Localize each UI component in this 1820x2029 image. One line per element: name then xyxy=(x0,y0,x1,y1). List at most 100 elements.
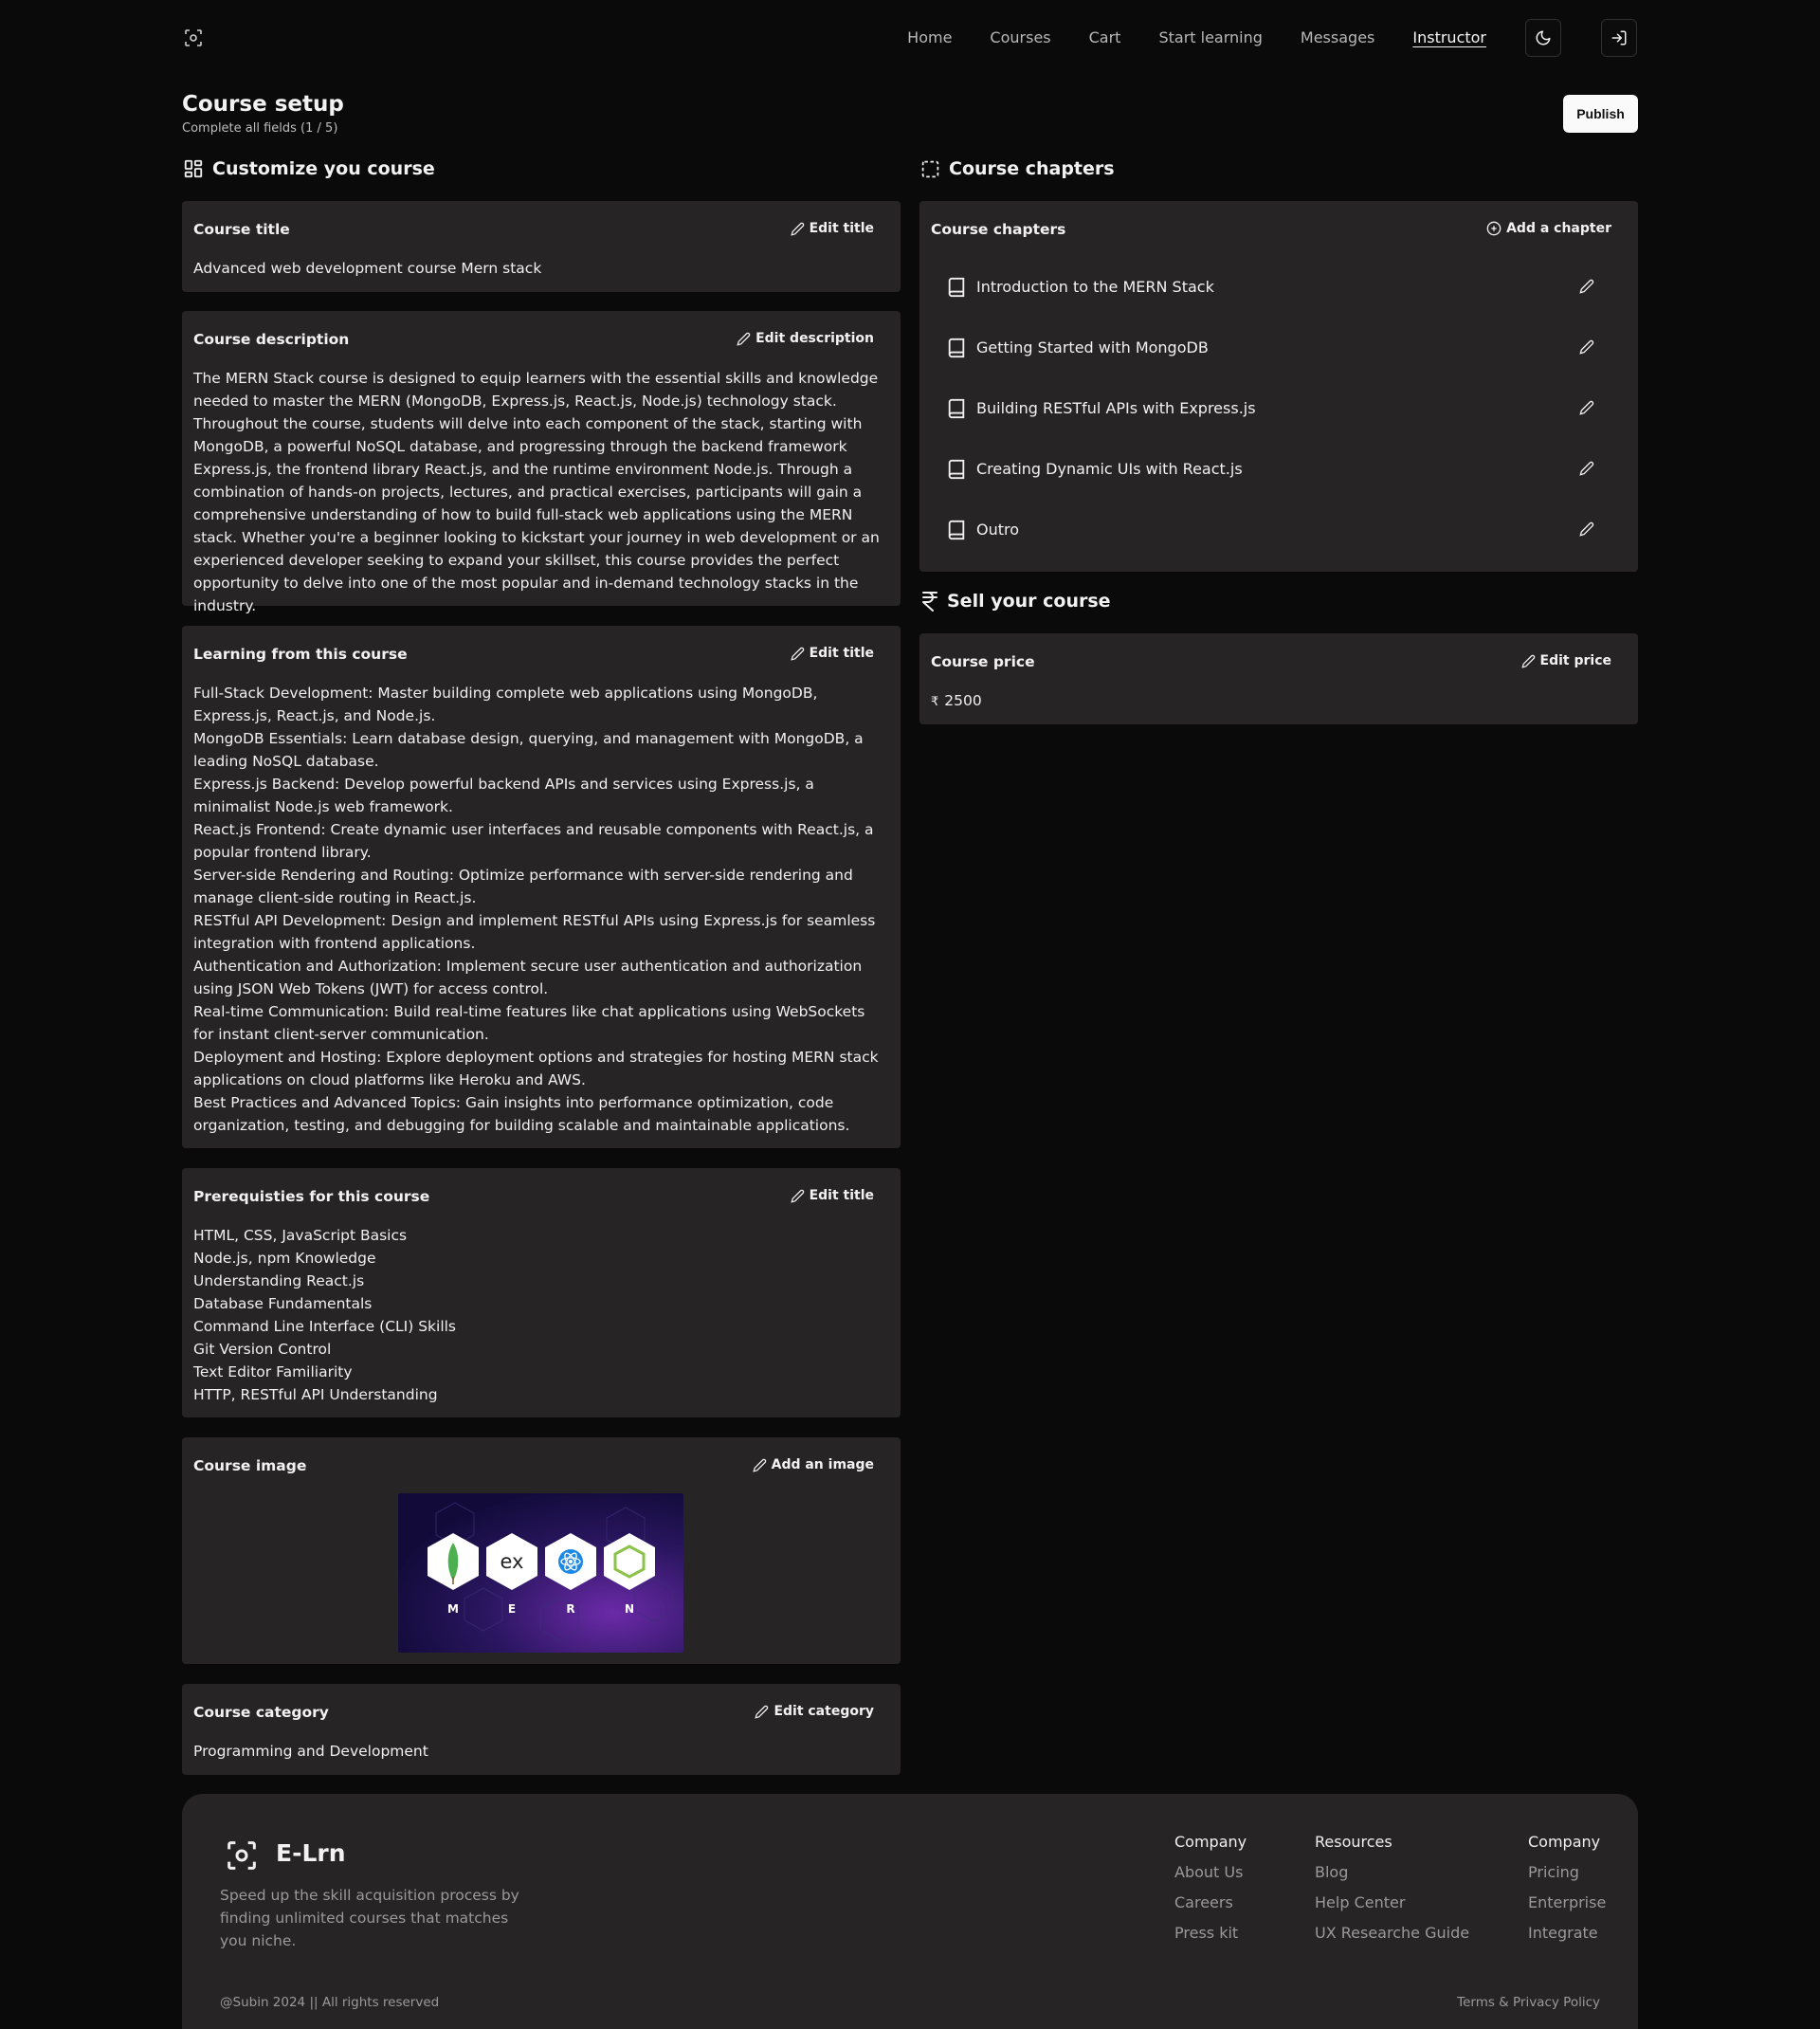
footer-link-blog[interactable]: Blog xyxy=(1315,1862,1469,1883)
mern-letter: R xyxy=(566,1602,575,1616)
login-button[interactable] xyxy=(1601,19,1637,57)
learning-item: Real-time Communication: Build real-time… xyxy=(193,1003,865,1043)
footer-column-heading: Company xyxy=(1528,1833,1601,1851)
plus-circle-icon xyxy=(1486,221,1502,236)
prerequisite-item: Database Fundamentals xyxy=(193,1295,373,1312)
course-category-label: Course category xyxy=(193,1704,329,1721)
completion-status: Complete all fields (1 / 5) xyxy=(182,121,338,136)
chapter-title: Building RESTful APIs with Express.js xyxy=(976,399,1256,417)
chapter-row[interactable]: Creating Dynamic UIs with React.js xyxy=(931,446,1627,493)
footer-link-press-kit[interactable]: Press kit xyxy=(1174,1923,1247,1944)
course-price-row: ₹2500 xyxy=(931,689,1627,714)
pencil-icon xyxy=(790,222,804,236)
pencil-icon[interactable] xyxy=(1579,461,1594,476)
prerequisite-item: Command Line Interface (CLI) Skills xyxy=(193,1318,457,1335)
nav-links: Home Courses Cart Start learning Message… xyxy=(907,27,1486,49)
footer-column-heading: Resources xyxy=(1315,1833,1392,1851)
learning-item: Deployment and Hosting: Explore deployme… xyxy=(193,1049,879,1088)
publish-button[interactable]: Publish xyxy=(1563,95,1638,133)
prerequisite-item: HTML, CSS, JavaScript Basics xyxy=(193,1227,408,1244)
prerequisite-item: Node.js, npm Knowledge xyxy=(193,1250,376,1267)
add-chapter-button[interactable]: Add a chapter xyxy=(1486,221,1611,236)
footer-link-enterprise[interactable]: Enterprise xyxy=(1528,1892,1606,1913)
add-chapter-label: Add a chapter xyxy=(1506,221,1611,236)
add-image-button[interactable]: Add an image xyxy=(752,1457,874,1472)
book-icon xyxy=(948,398,965,419)
pencil-icon xyxy=(737,332,751,346)
sell-section-title: Sell your course xyxy=(947,591,1111,612)
edit-description-button[interactable]: Edit description xyxy=(737,331,874,346)
copyright: @Subin 2024 || All rights reserved xyxy=(220,1995,440,2010)
learning-item: Best Practices and Advanced Topics: Gain… xyxy=(193,1094,850,1134)
customize-section-heading: Customize you course xyxy=(183,158,435,179)
nav-link-instructor[interactable]: Instructor xyxy=(1412,27,1486,49)
book-icon xyxy=(948,277,965,298)
course-price-card: Course price Edit price ₹2500 xyxy=(919,633,1638,724)
pencil-icon xyxy=(755,1705,769,1719)
footer-brand: E-Lrn xyxy=(276,1839,346,1867)
pencil-icon[interactable] xyxy=(1579,279,1594,294)
chapter-row[interactable]: Introduction to the MERN Stack xyxy=(931,264,1627,311)
nav-link-start-learning[interactable]: Start learning xyxy=(1158,27,1262,49)
terms-link[interactable]: Terms & Privacy Policy xyxy=(1457,1995,1600,2010)
edit-price-label: Edit price xyxy=(1539,653,1611,668)
mern-letter: E xyxy=(507,1602,517,1616)
course-price-label: Course price xyxy=(931,653,1035,670)
course-image-card: Course image Add an image ex M E R N xyxy=(182,1437,901,1664)
theme-toggle-button[interactable] xyxy=(1525,19,1561,57)
pencil-icon xyxy=(790,647,804,661)
chapter-title: Outro xyxy=(976,521,1020,539)
logo-icon[interactable] xyxy=(182,27,205,49)
logo-icon[interactable] xyxy=(223,1837,261,1874)
edit-prerequisites-button[interactable]: Edit title xyxy=(790,1188,874,1203)
footer-link-integrate[interactable]: Integrate xyxy=(1528,1923,1606,1944)
chapter-row[interactable]: Getting Started with MongoDB xyxy=(931,324,1627,372)
edit-category-button[interactable]: Edit category xyxy=(755,1704,874,1719)
mern-letter: N xyxy=(624,1602,635,1616)
learning-item: React.js Frontend: Create dynamic user i… xyxy=(193,821,874,861)
layout-dashboard-icon xyxy=(184,159,203,178)
course-category-card: Course category Edit category Programmin… xyxy=(182,1684,901,1775)
prerequisite-item: Git Version Control xyxy=(193,1341,332,1358)
course-chapters-card: Course chapters Add a chapter Introducti… xyxy=(919,201,1638,572)
rupee-icon xyxy=(922,592,937,612)
nav-link-courses[interactable]: Courses xyxy=(990,27,1050,49)
edit-title-button[interactable]: Edit title xyxy=(790,221,874,236)
edit-category-label: Edit category xyxy=(774,1704,874,1719)
pencil-icon[interactable] xyxy=(1579,521,1594,537)
pencil-icon[interactable] xyxy=(1579,339,1594,355)
add-image-label: Add an image xyxy=(771,1457,874,1472)
chapter-title: Introduction to the MERN Stack xyxy=(976,278,1214,296)
prerequisites-label: Prerequisties for this course xyxy=(193,1188,430,1205)
chapter-row[interactable]: Outro xyxy=(931,506,1627,554)
chapter-row[interactable]: Building RESTful APIs with Express.js xyxy=(931,385,1627,432)
edit-price-button[interactable]: Edit price xyxy=(1520,653,1611,668)
learning-list: Full-Stack Development: Master building … xyxy=(193,682,889,1137)
footer-link-ux-guide[interactable]: UX Researche Guide xyxy=(1315,1923,1469,1944)
express-logo-text: ex xyxy=(500,1550,524,1573)
course-description-card: Course description Edit description The … xyxy=(182,311,901,614)
customize-section-title: Customize you course xyxy=(212,158,435,179)
footer: E-Lrn Speed up the skill acquisition pro… xyxy=(182,1794,1638,2029)
nav-link-cart[interactable]: Cart xyxy=(1089,27,1121,49)
learning-item: Authentication and Authorization: Implem… xyxy=(193,958,863,997)
login-icon xyxy=(1611,30,1627,46)
footer-tagline: Speed up the skill acquisition process b… xyxy=(220,1887,519,1949)
mern-letter: M xyxy=(447,1602,459,1616)
footer-link-careers[interactable]: Careers xyxy=(1174,1892,1247,1913)
edit-learning-button[interactable]: Edit title xyxy=(790,646,874,661)
footer-link-pricing[interactable]: Pricing xyxy=(1528,1862,1606,1883)
pencil-icon[interactable] xyxy=(1579,400,1594,415)
learning-item: Full-Stack Development: Master building … xyxy=(193,685,818,724)
footer-column-heading: Company xyxy=(1174,1833,1247,1851)
nav-link-messages[interactable]: Messages xyxy=(1301,27,1374,49)
currency-symbol: ₹ xyxy=(931,695,939,709)
chapter-title: Creating Dynamic UIs with React.js xyxy=(976,460,1243,478)
book-icon xyxy=(948,338,965,358)
nav-link-home[interactable]: Home xyxy=(907,27,952,49)
chapters-section-heading: Course chapters xyxy=(920,158,1115,179)
footer-link-about-us[interactable]: About Us xyxy=(1174,1862,1247,1883)
footer-column: Resources Blog Help Center UX Researche … xyxy=(1315,1832,1469,1953)
prerequisite-item: HTTP, RESTful API Understanding xyxy=(193,1386,438,1403)
footer-link-help-center[interactable]: Help Center xyxy=(1315,1892,1469,1913)
